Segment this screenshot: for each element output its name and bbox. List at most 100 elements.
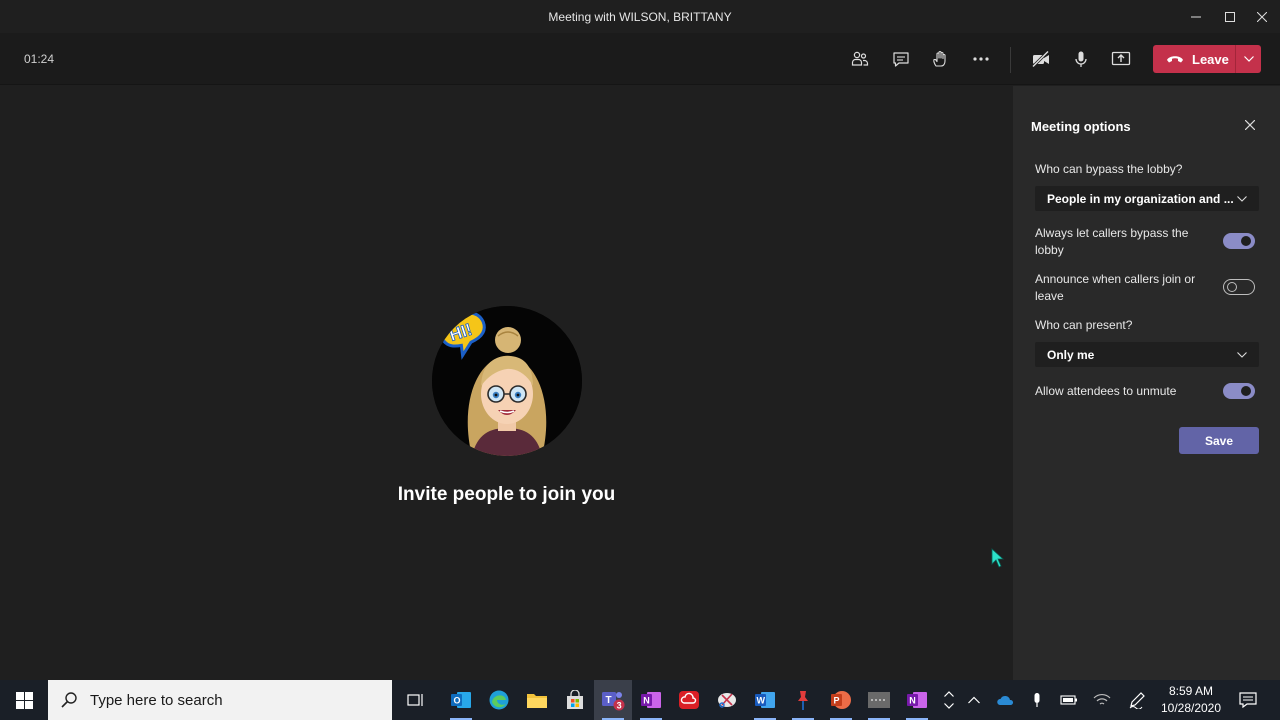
taskbar-word[interactable]: W: [746, 680, 784, 720]
meeting-options-panel: Meeting options Who can bypass the lobby…: [1013, 86, 1280, 680]
task-view-icon: [407, 694, 423, 706]
start-button[interactable]: [0, 680, 48, 720]
edge-icon: [489, 690, 509, 710]
share-screen-button[interactable]: [1109, 47, 1133, 71]
close-panel-button[interactable]: [1241, 116, 1259, 134]
announce-callers-label: Announce when callers join or leave: [1035, 272, 1196, 303]
teams-icon: T 3: [602, 692, 625, 711]
svg-text:T: T: [606, 695, 612, 706]
taskbar-edge[interactable]: [480, 680, 518, 720]
maximize-button[interactable]: [1212, 0, 1248, 33]
wifi-icon: [1093, 694, 1111, 705]
meeting-timer: 01:24: [24, 52, 55, 66]
folder-icon: [527, 694, 547, 708]
svg-text:N: N: [909, 696, 916, 706]
taskbar-outlook[interactable]: O: [442, 680, 480, 720]
save-button[interactable]: Save: [1179, 427, 1259, 454]
search-placeholder: Type here to search: [90, 691, 223, 709]
bypass-lobby-value: People in my organization and ...: [1047, 191, 1234, 206]
camera-off-icon: [1031, 50, 1050, 68]
chevron-down-icon: [944, 703, 954, 709]
word-icon: W: [755, 692, 775, 708]
toggle-knob: [1227, 282, 1237, 292]
bypass-lobby-dropdown[interactable]: People in my organization and ...: [1035, 186, 1259, 211]
wifi-tray-button[interactable]: [1086, 680, 1118, 720]
user-avatar: HI!: [432, 306, 582, 456]
taskbar-store[interactable]: [556, 680, 594, 720]
more-icon: [973, 57, 989, 61]
leave-button[interactable]: Leave: [1153, 45, 1235, 73]
announce-callers-toggle[interactable]: [1223, 279, 1255, 295]
who-can-present-dropdown[interactable]: Only me: [1035, 342, 1259, 367]
taskbar-snipping-tool[interactable]: [708, 680, 746, 720]
minimize-icon: [1191, 16, 1201, 17]
taskbar-generic-app[interactable]: [860, 680, 898, 720]
microphone-toggle-button[interactable]: [1069, 47, 1093, 71]
battery-icon: [1060, 695, 1077, 705]
leave-options-button[interactable]: [1236, 45, 1261, 73]
svg-text:P: P: [834, 696, 840, 706]
minimize-button[interactable]: [1178, 0, 1214, 33]
task-view-button[interactable]: [397, 680, 435, 720]
microphone-icon: [1075, 51, 1087, 67]
chevron-down-icon: [1237, 195, 1247, 202]
onenote-icon: N: [641, 692, 661, 708]
bypass-lobby-label: Who can bypass the lobby?: [1035, 162, 1183, 176]
onedrive-tray-button[interactable]: [990, 680, 1022, 720]
action-center-icon: [1239, 692, 1257, 708]
pen-tray-button[interactable]: [1121, 680, 1153, 720]
search-icon: [61, 692, 77, 708]
camera-toggle-button[interactable]: [1029, 47, 1053, 71]
chat-button[interactable]: [889, 47, 913, 71]
callers-bypass-label: Always let callers bypass the lobby: [1035, 226, 1189, 257]
allow-unmute-label: Allow attendees to unmute: [1035, 384, 1177, 398]
taskbar-onenote-2[interactable]: N: [898, 680, 936, 720]
who-can-present-label: Who can present?: [1035, 318, 1133, 332]
close-window-button[interactable]: [1244, 0, 1280, 33]
creative-cloud-icon: [679, 691, 699, 709]
taskbar-teams[interactable]: T 3: [594, 680, 632, 720]
microphone-tray-button[interactable]: [1021, 680, 1053, 720]
callers-bypass-toggle[interactable]: [1223, 233, 1255, 249]
raise-hand-button[interactable]: [928, 47, 952, 71]
battery-tray-button[interactable]: [1053, 680, 1085, 720]
participants-icon: [851, 51, 869, 66]
taskbar-creative-cloud[interactable]: [670, 680, 708, 720]
taskbar-powerpoint[interactable]: P: [822, 680, 860, 720]
leave-button-group: Leave: [1153, 45, 1261, 73]
meeting-stage: HI! Invite people to join you: [0, 86, 1013, 680]
taskbar-clock[interactable]: 8:59 AM 10/28/2020: [1152, 683, 1230, 717]
taskbar-search-box[interactable]: Type here to search: [48, 680, 392, 720]
outlook-icon: O: [451, 692, 471, 708]
svg-text:W: W: [757, 696, 766, 706]
clock-time: 8:59 AM: [1168, 684, 1214, 698]
chevron-down-icon: [1237, 351, 1247, 358]
close-icon: [1257, 11, 1267, 22]
taskbar-file-explorer[interactable]: [518, 680, 556, 720]
participants-button[interactable]: [848, 47, 872, 71]
toggle-knob: [1241, 386, 1251, 396]
chevron-up-icon: [968, 696, 980, 704]
onenote-icon: N: [907, 692, 927, 708]
taskbar-onenote[interactable]: N: [632, 680, 670, 720]
allow-unmute-toggle[interactable]: [1223, 383, 1255, 399]
leave-label: Leave: [1192, 51, 1229, 67]
invite-heading: Invite people to join you: [397, 484, 616, 505]
more-actions-button[interactable]: [969, 47, 993, 71]
notifications-button[interactable]: [1232, 680, 1264, 720]
pin-icon: [798, 691, 808, 710]
chevron-down-icon: [1243, 56, 1254, 62]
panel-title: Meeting options: [1031, 119, 1131, 134]
snipping-tool-icon: [718, 693, 736, 708]
svg-text:N: N: [643, 696, 650, 706]
phone-hangup-icon: [1167, 56, 1183, 63]
taskbar-pin-app[interactable]: [784, 680, 822, 720]
show-hidden-icons-button[interactable]: [958, 680, 990, 720]
powerpoint-icon: P: [831, 691, 851, 709]
windows-taskbar: Type here to search O T 3 N W P N 8:59 A…: [0, 680, 1280, 720]
chat-icon: [893, 52, 909, 67]
windows-logo-icon: [15, 691, 33, 709]
hand-icon: [933, 50, 946, 67]
teams-meeting-window: Meeting with WILSON, BRITTANY 01:24 Leav…: [0, 0, 1280, 680]
taskbar-scroll-buttons[interactable]: [938, 680, 960, 720]
